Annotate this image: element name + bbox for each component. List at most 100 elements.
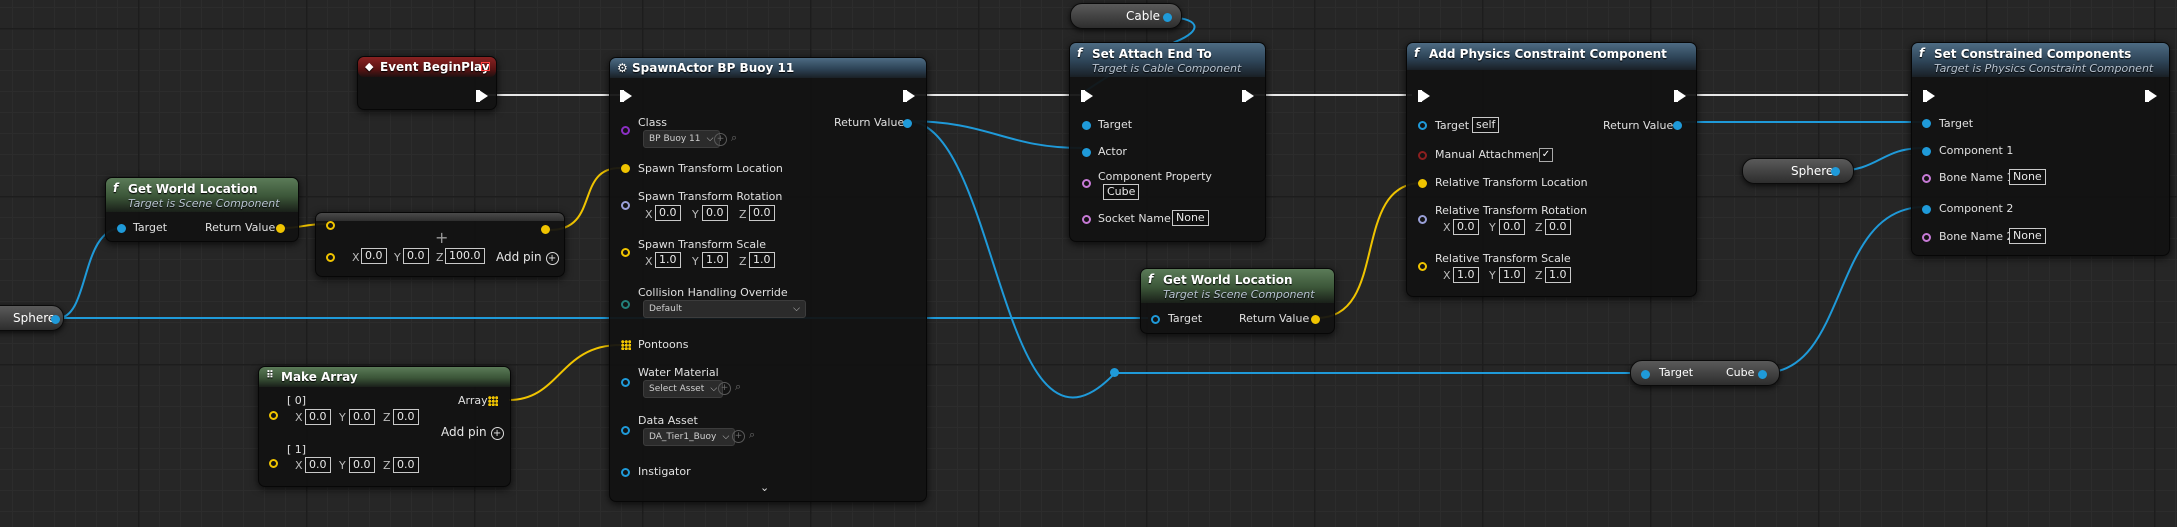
exec-out-pin[interactable] (476, 90, 488, 102)
rel-rot-z-field[interactable]: 0.0 (1545, 219, 1571, 235)
set-constrained-target-pin[interactable] (1922, 119, 1931, 128)
collision-pin[interactable] (621, 300, 630, 309)
rot-z-field[interactable]: 0.0 (749, 205, 775, 221)
gwl1-return-pin[interactable] (276, 224, 285, 233)
instigator-pin[interactable] (621, 468, 630, 477)
item1-z-field[interactable]: 0.0 (393, 457, 419, 473)
class-dropdown[interactable]: BP Buoy 11 ⌵ (643, 130, 720, 148)
cube-getter-node[interactable]: Target Cube (1630, 360, 1780, 386)
item1-x-field[interactable]: 0.0 (305, 457, 331, 473)
add-result-pin[interactable] (541, 225, 550, 234)
add-y-field[interactable]: 0.0 (403, 248, 429, 264)
bone1-field[interactable]: None (2009, 169, 2046, 185)
component2-pin[interactable] (1922, 205, 1931, 214)
exec-out-pin[interactable] (903, 90, 915, 102)
rel-scale-y-field[interactable]: 1.0 (1499, 267, 1525, 283)
scale-y-field[interactable]: 1.0 (702, 252, 728, 268)
delegate-pin-icon[interactable] (481, 62, 490, 71)
sphere-variable-node[interactable]: Sphere (0, 305, 64, 331)
add-z-field[interactable]: 100.0 (445, 248, 485, 264)
exec-in-pin[interactable] (1418, 90, 1430, 102)
set-constrained-components-node[interactable]: f Set Constrained Components Target is P… (1911, 42, 2170, 256)
manual-attachment-pin[interactable] (1418, 151, 1427, 160)
spawn-scale-pin[interactable] (621, 248, 630, 257)
browse-icon[interactable]: ⌕ (749, 428, 755, 442)
exec-in-pin[interactable] (1081, 90, 1093, 102)
rel-rotation-pin[interactable] (1418, 215, 1427, 224)
add-x-field[interactable]: 0.0 (361, 248, 387, 264)
item0-x-field[interactable]: 0.0 (305, 409, 331, 425)
spawn-actor-node[interactable]: ⚙ SpawnActor BP Buoy 11 Class BP Buoy 11… (609, 57, 927, 502)
expand-chevron-icon[interactable]: ⌄ (760, 481, 769, 494)
browse-icon[interactable]: ⌕ (731, 131, 737, 145)
use-asset-icon[interactable]: + (718, 382, 731, 395)
add-b-pin[interactable] (326, 253, 335, 262)
component-property-pin[interactable] (1082, 179, 1091, 188)
component-property-field[interactable]: Cube (1103, 184, 1140, 200)
constraint-target-field[interactable]: self (1472, 117, 1500, 133)
rel-scale-pin[interactable] (1418, 262, 1427, 271)
wire-reroute-knot[interactable] (1110, 368, 1119, 377)
exec-out-pin[interactable] (1242, 90, 1254, 102)
manual-attachment-checkbox[interactable]: ✓ (1539, 148, 1553, 162)
rel-location-pin[interactable] (1418, 179, 1427, 188)
exec-in-pin[interactable] (1923, 90, 1935, 102)
constraint-target-pin[interactable] (1418, 121, 1427, 130)
data-asset-pin[interactable] (621, 426, 630, 435)
spawn-rotation-pin[interactable] (621, 201, 630, 210)
item0-pin[interactable] (269, 411, 278, 420)
array-out-pin[interactable] (488, 396, 498, 406)
bone1-pin[interactable] (1922, 174, 1931, 183)
event-begin-play-node[interactable]: ◆ Event BeginPlay (357, 56, 497, 110)
bone2-pin[interactable] (1922, 233, 1931, 242)
add-pin-button[interactable]: Add pin + (441, 425, 504, 440)
gwl2-target-pin[interactable] (1151, 315, 1160, 324)
actor-pin[interactable] (1082, 148, 1091, 157)
add-vector-node[interactable]: + X 0.0 Y 0.0 Z 100.0 Add pin + (315, 212, 565, 277)
item0-y-field[interactable]: 0.0 (349, 409, 375, 425)
item1-pin[interactable] (269, 459, 278, 468)
cable-output-pin[interactable] (1163, 13, 1172, 22)
browse-icon[interactable]: ⌕ (735, 380, 741, 394)
rel-rot-y-field[interactable]: 0.0 (1499, 219, 1525, 235)
bone2-field[interactable]: None (2009, 228, 2046, 244)
sphere2-output-pin[interactable] (1831, 167, 1840, 176)
collision-dropdown[interactable]: Default ⌵ (643, 300, 806, 318)
gwl2-return-pin[interactable] (1311, 315, 1320, 324)
scale-x-field[interactable]: 1.0 (655, 252, 681, 268)
data-asset-dropdown[interactable]: DA_Tier1_Buoy ⌵ (643, 428, 736, 446)
exec-in-pin[interactable] (620, 90, 632, 102)
cable-variable-node[interactable]: Cable (1070, 3, 1182, 29)
component1-pin[interactable] (1922, 147, 1931, 156)
set-attach-target-pin[interactable] (1082, 121, 1091, 130)
exec-out-pin[interactable] (2145, 90, 2157, 102)
make-array-node[interactable]: ⠿ Make Array [ 0] X 0.0 Y 0.0 Z 0.0 Arra… (258, 366, 511, 487)
spawn-location-pin[interactable] (621, 164, 630, 173)
cube-output-pin[interactable] (1758, 370, 1767, 379)
item0-z-field[interactable]: 0.0 (393, 409, 419, 425)
rel-scale-z-field[interactable]: 1.0 (1545, 267, 1571, 283)
socket-name-pin[interactable] (1082, 215, 1091, 224)
rel-scale-x-field[interactable]: 1.0 (1453, 267, 1479, 283)
add-a-pin[interactable] (326, 221, 335, 230)
rot-y-field[interactable]: 0.0 (702, 205, 728, 221)
constraint-return-pin[interactable] (1673, 121, 1682, 130)
get-world-location-node-1[interactable]: f Get World Location Target is Scene Com… (105, 177, 299, 242)
scale-z-field[interactable]: 1.0 (749, 252, 775, 268)
pontoons-array-pin[interactable] (621, 340, 631, 350)
use-asset-icon[interactable]: + (714, 133, 727, 146)
item1-y-field[interactable]: 0.0 (349, 457, 375, 473)
set-attach-end-to-node[interactable]: f Set Attach End To Target is Cable Comp… (1069, 42, 1266, 242)
rel-rot-x-field[interactable]: 0.0 (1453, 219, 1479, 235)
use-asset-icon[interactable]: + (732, 430, 745, 443)
socket-name-field[interactable]: None (1172, 210, 1209, 226)
water-material-dropdown[interactable]: Select Asset ⌵ (643, 380, 724, 398)
get-world-location-node-2[interactable]: f Get World Location Target is Scene Com… (1140, 268, 1335, 334)
water-material-pin[interactable] (621, 378, 630, 387)
add-physics-constraint-node[interactable]: f Add Physics Constraint Component Targe… (1406, 42, 1697, 297)
exec-out-pin[interactable] (1674, 90, 1686, 102)
sphere-variable-node-2[interactable]: Sphere (1742, 158, 1854, 184)
gwl1-target-pin[interactable] (117, 224, 126, 233)
class-pin[interactable] (621, 126, 630, 135)
add-pin-button[interactable]: Add pin + (496, 250, 559, 265)
